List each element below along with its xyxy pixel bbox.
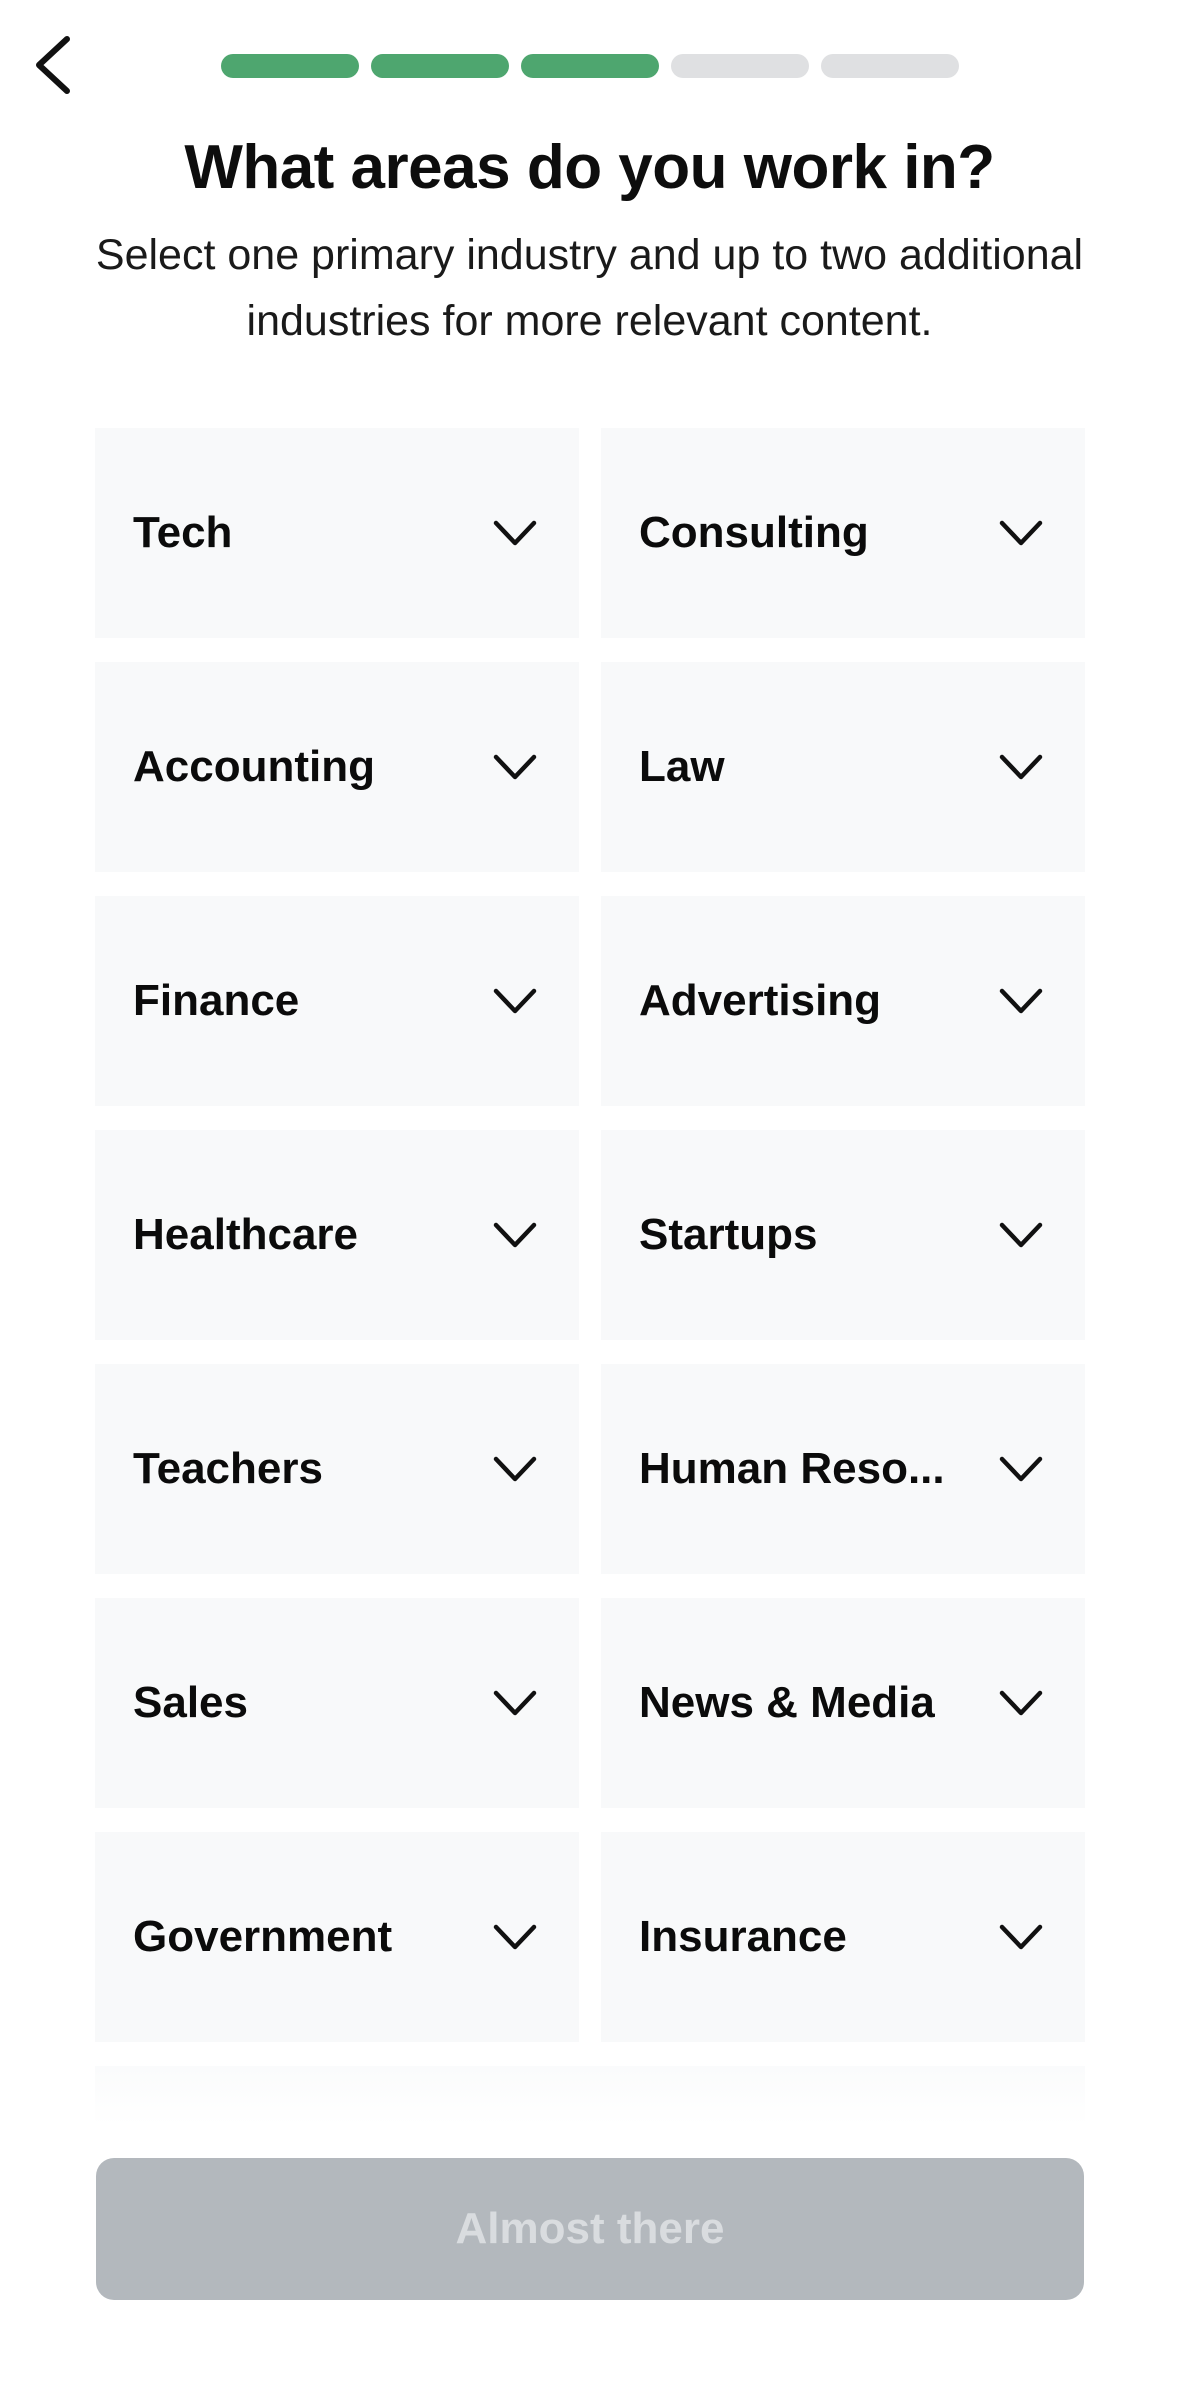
industry-dropdown[interactable]: News & Media xyxy=(601,1598,1085,1808)
chevron-down-icon xyxy=(995,1677,1047,1729)
chevron-down-icon xyxy=(995,1209,1047,1261)
industry-dropdown[interactable]: Consulting xyxy=(601,428,1085,638)
chevron-down-icon xyxy=(995,507,1047,559)
chevron-down-icon xyxy=(995,741,1047,793)
industry-label: Human Reso... xyxy=(639,1444,945,1493)
almost-there-button[interactable]: Almost there xyxy=(96,2158,1084,2300)
industry-label: Accounting xyxy=(133,742,375,791)
industry-dropdown[interactable]: Healthcare xyxy=(95,1130,579,1340)
industry-dropdown[interactable]: Startups xyxy=(601,1130,1085,1340)
industry-label: Consulting xyxy=(639,508,869,557)
industry-label: Insurance xyxy=(639,1912,847,1961)
chevron-down-icon xyxy=(489,1443,541,1495)
progress-segment xyxy=(821,54,959,78)
chevron-down-icon xyxy=(489,1911,541,1963)
scroll-fade xyxy=(95,2066,1085,2126)
industry-label: Teachers xyxy=(133,1444,323,1493)
chevron-down-icon xyxy=(995,1443,1047,1495)
industry-dropdown[interactable]: Advertising xyxy=(601,896,1085,1106)
industry-dropdown[interactable]: Teachers xyxy=(95,1364,579,1574)
chevron-down-icon xyxy=(995,1911,1047,1963)
industry-label: Healthcare xyxy=(133,1210,359,1259)
back-button[interactable] xyxy=(18,30,88,100)
industry-label: Sales xyxy=(133,1678,248,1727)
industry-dropdown[interactable]: Law xyxy=(601,662,1085,872)
chevron-left-icon xyxy=(36,36,70,94)
page-subtitle: Select one primary industry and up to tw… xyxy=(95,231,1084,345)
industry-dropdown[interactable]: Sales xyxy=(95,1598,579,1808)
progress-segment xyxy=(371,54,509,78)
industry-dropdown[interactable]: Finance xyxy=(95,896,579,1106)
progress-segment xyxy=(671,54,809,78)
industry-label: Finance xyxy=(133,976,300,1025)
industry-dropdown[interactable]: Insurance xyxy=(601,1832,1085,2042)
industry-label: Government xyxy=(133,1912,393,1961)
industry-grid: Tech Consulting Accounting Law Finance Advert… xyxy=(95,428,1085,2042)
chevron-down-icon xyxy=(995,975,1047,1027)
chevron-down-icon xyxy=(489,975,541,1027)
industry-label: Law xyxy=(639,742,725,791)
industry-dropdown[interactable]: Human Reso... xyxy=(601,1364,1085,1574)
industry-dropdown[interactable]: Government xyxy=(95,1832,579,2042)
chevron-down-icon xyxy=(489,741,541,793)
page-title: What areas do you work in? xyxy=(184,133,995,202)
industry-label: Advertising xyxy=(639,976,882,1025)
chevron-down-icon xyxy=(489,1209,541,1261)
chevron-down-icon xyxy=(489,1677,541,1729)
chevron-down-icon xyxy=(489,507,541,559)
progress-segment xyxy=(521,54,659,78)
progress-indicator xyxy=(221,54,959,78)
industry-dropdown[interactable]: Accounting xyxy=(95,662,579,872)
industry-label: Startups xyxy=(639,1210,818,1259)
industry-dropdown[interactable]: Tech xyxy=(95,428,579,638)
industry-label: Tech xyxy=(133,508,233,557)
progress-segment xyxy=(221,54,359,78)
industry-label: News & Media xyxy=(639,1678,935,1727)
